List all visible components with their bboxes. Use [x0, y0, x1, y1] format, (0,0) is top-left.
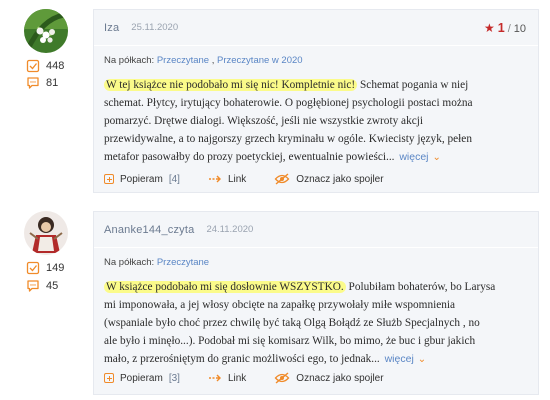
like-count: [3]	[168, 372, 180, 384]
review-line: pomarzyć. Drętwe dialogi. Większość, jeś…	[104, 115, 424, 127]
more-link[interactable]: więcej	[385, 353, 414, 365]
highlighted-quote: W książce podobało mi się dosłownie WSZY…	[104, 281, 346, 293]
plus-icon	[104, 373, 114, 383]
like-button[interactable]: Popieram [4]	[104, 174, 180, 185]
comment-count: 45	[46, 280, 59, 292]
spoiler-label: Oznacz jako spojler	[296, 173, 384, 185]
rating-value: 1	[497, 21, 505, 35]
review-date: 25.11.2020	[131, 22, 179, 33]
plus-icon	[104, 174, 114, 184]
like-label: Popieram	[120, 173, 163, 185]
link-button[interactable]: Link	[208, 174, 246, 185]
shelves-line: Na półkach: Przeczytane	[94, 248, 538, 268]
shelves-line: Na półkach: Przeczytane , Przeczytane w …	[104, 55, 303, 66]
comment-count-stat[interactable]: 45	[26, 279, 58, 293]
reviewer-avatar[interactable]	[24, 211, 68, 255]
review-line: Polubiłam bohaterów, bo Larysa	[345, 281, 496, 293]
spoiler-button[interactable]: Oznacz jako spojler	[274, 372, 384, 384]
lily-of-the-valley-avatar	[24, 9, 68, 53]
arrow-right-icon	[208, 175, 221, 183]
review-line: przewidywalne, a to najgorszy grzech kry…	[104, 133, 472, 145]
review-text: W książce podobało mi się dosłownie WSZY…	[94, 268, 538, 369]
shelf-count-stat[interactable]: 149	[26, 261, 64, 275]
comment-count: 81	[46, 77, 59, 89]
like-count: [4]	[168, 173, 180, 185]
rating-separator: /	[507, 23, 511, 35]
review-line: ale było i minęło...). Podobał mi się ko…	[104, 335, 476, 347]
arrow-right-icon	[208, 374, 221, 382]
review-line: Schemat pogania w niej	[357, 79, 469, 91]
link-label: Link	[227, 173, 247, 185]
spoiler-label: Oznacz jako spojler	[296, 372, 384, 384]
comment-icon	[27, 77, 39, 89]
review-rating: ★ 1 / 10	[484, 21, 526, 35]
like-button[interactable]: Popieram [3]	[104, 373, 180, 384]
review-card: Ananke144_czyta 24.11.2020 Na półkach: P…	[93, 211, 539, 395]
shelves-label: Na półkach:	[104, 55, 155, 66]
chevron-down-icon[interactable]: ⌄	[418, 354, 426, 365]
eye-slash-icon	[274, 372, 290, 384]
review-date: 24.11.2020	[206, 224, 254, 235]
review-line: mi imponowała, a jej włosy obcięte na za…	[104, 299, 456, 311]
review-text: W tej książce nie podobało mi się nic! K…	[94, 66, 538, 167]
reviewer-username[interactable]: Ananke144_czyta	[104, 224, 194, 236]
review-line: (wspaniale było choć przez chwilę być ta…	[104, 317, 480, 329]
book-icon	[26, 261, 40, 275]
review-line: metafor pasowałby do prozy poetyckiej, e…	[104, 151, 395, 163]
book-icon	[26, 59, 40, 73]
shelf-link[interactable]: Przeczytane w 2020	[217, 55, 303, 66]
spoiler-button[interactable]: Oznacz jako spojler	[274, 173, 384, 185]
shelf-count: 448	[46, 60, 65, 72]
shelves-label: Na półkach:	[104, 257, 155, 268]
eye-slash-icon	[274, 173, 290, 185]
shelf-link[interactable]: Przeczytane	[157, 257, 209, 268]
doll-avatar	[24, 211, 68, 255]
shelf-count: 149	[46, 262, 65, 274]
review-actions: Popieram [3] Link Oznacz jako spojler	[104, 372, 412, 384]
comment-icon	[27, 280, 39, 292]
shelf-count-stat[interactable]: 448	[26, 59, 64, 73]
review-header: Ananke144_czyta 24.11.2020	[94, 212, 538, 248]
highlighted-quote: W tej książce nie podobało mi się nic! K…	[104, 79, 358, 91]
like-label: Popieram	[120, 372, 163, 384]
review-line: schemat. Płytcy, irytujący bohaterowie. …	[104, 97, 473, 109]
review-line: mało, z przerośniętym do granic możliwoś…	[104, 353, 380, 365]
reviewer-username[interactable]: Iza	[104, 22, 119, 34]
chevron-down-icon[interactable]: ⌄	[433, 152, 441, 163]
review-card: Iza 25.11.2020 ★ 1 / 10 Na półkach: Prze…	[93, 9, 539, 193]
rating-max: 10	[513, 23, 526, 35]
more-link[interactable]: więcej	[399, 151, 428, 163]
comment-count-stat[interactable]: 81	[26, 76, 58, 90]
link-button[interactable]: Link	[208, 373, 246, 384]
review-header: Iza 25.11.2020 ★ 1 / 10	[94, 10, 538, 46]
shelf-link[interactable]: Przeczytane	[157, 55, 209, 66]
reviewer-avatar[interactable]	[24, 9, 68, 53]
link-label: Link	[227, 372, 247, 384]
review-actions: Popieram [4] Link Oznacz jako spojler	[104, 173, 412, 185]
star-icon: ★	[483, 21, 495, 35]
